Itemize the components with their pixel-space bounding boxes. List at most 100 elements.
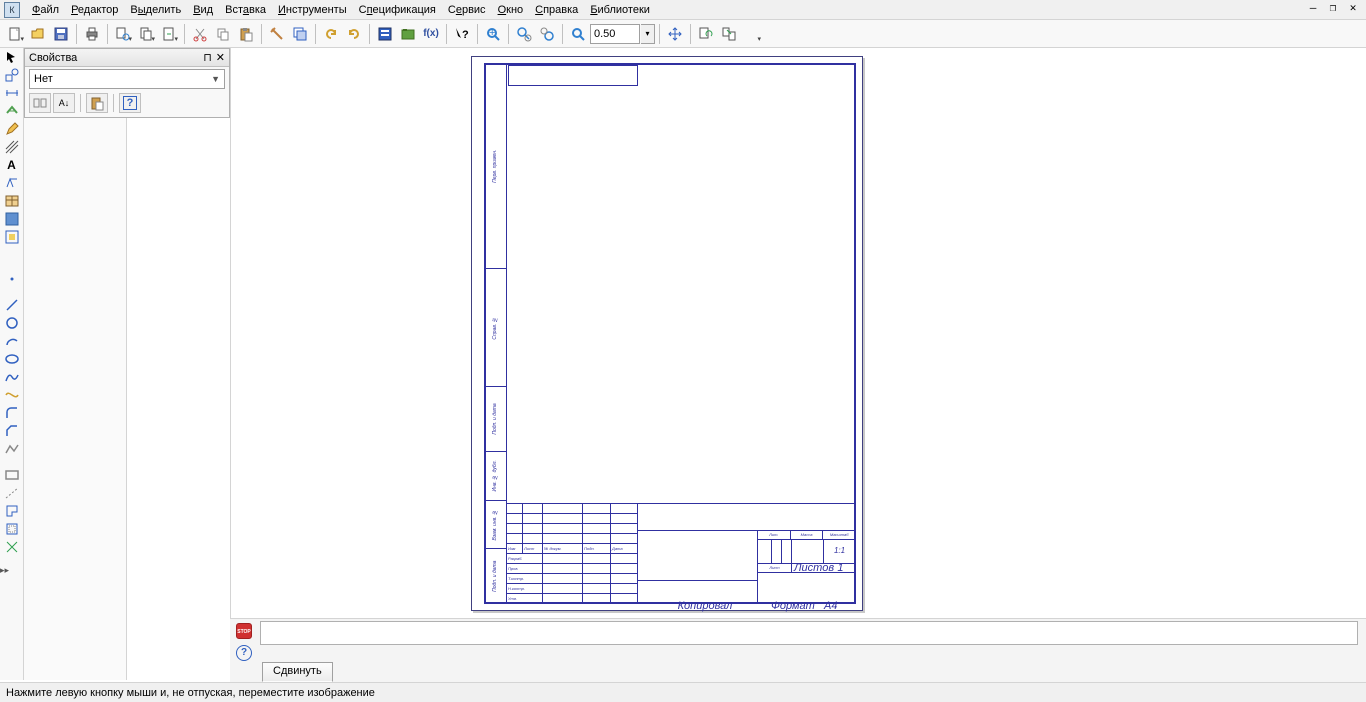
zoom-in-button[interactable] (513, 23, 535, 45)
zoom-dropdown[interactable]: ▾ (641, 24, 655, 44)
redo-button[interactable] (343, 23, 365, 45)
command-tab[interactable]: Сдвинуть (262, 662, 333, 682)
status-bar: Нажмите левую кнопку мыши и, не отпуская… (0, 682, 1366, 702)
contour-tool[interactable] (1, 502, 23, 520)
expand-toolbar-button[interactable]: ▸▸ (0, 565, 9, 575)
menu-libs[interactable]: Библиотеки (584, 2, 656, 18)
left-toolbar: A ▸▸ (0, 48, 24, 680)
sheet-footer: Копировал Формат А4 (486, 602, 854, 612)
zoom-fit-button[interactable] (567, 23, 589, 45)
print-button[interactable] (81, 23, 103, 45)
spline-tool[interactable] (1, 368, 23, 386)
tb-name (637, 531, 757, 581)
menu-spec[interactable]: Спецификация (353, 2, 442, 18)
app-icon: К (4, 2, 20, 18)
menu-window[interactable]: Окно (492, 2, 530, 18)
select-tool[interactable] (1, 48, 23, 66)
properties-combo[interactable]: Нет ▼ (29, 69, 225, 89)
fillet-tool[interactable] (1, 404, 23, 422)
manager-button[interactable] (374, 23, 396, 45)
menu-view[interactable]: Вид (187, 2, 219, 18)
menu-file[interactable]: Файл (26, 2, 65, 18)
menu-help[interactable]: Справка (529, 2, 584, 18)
properties-title: Свойства (29, 52, 77, 64)
help-button[interactable]: ? (234, 643, 254, 663)
library-button[interactable] (397, 23, 419, 45)
props-paste-button[interactable] (86, 93, 108, 113)
top-reference-box (508, 64, 638, 86)
rebuild-button[interactable] (718, 23, 740, 45)
menu-tools[interactable]: Инструменты (272, 2, 353, 18)
circle-tool[interactable] (1, 314, 23, 332)
svg-text:+: + (489, 27, 495, 39)
base-tool[interactable] (1, 210, 23, 228)
context-help-button[interactable]: ? (451, 23, 473, 45)
restore-button[interactable]: ❐ (1324, 2, 1342, 16)
toolbar-more-button[interactable] (741, 23, 763, 45)
aux-line-tool[interactable] (1, 484, 23, 502)
gather-tool[interactable] (1, 538, 23, 556)
text-tool[interactable]: A (1, 156, 23, 174)
menu-service[interactable]: Сервис (442, 2, 492, 18)
page-setup-button[interactable] (135, 23, 157, 45)
title-block: Изм Лист № докум. Подп. Дата Разраб. Про… (507, 503, 855, 603)
new-button[interactable] (4, 23, 26, 45)
properties-button[interactable] (266, 23, 288, 45)
sheet-border: Перв. примен. Справ. № Подп. и дата Инв.… (471, 56, 863, 611)
props-help-button[interactable]: ? (119, 93, 141, 113)
pan-button[interactable] (664, 23, 686, 45)
panel-close-icon[interactable]: ✕ (216, 51, 225, 64)
props-auto-button[interactable] (29, 93, 51, 113)
open-button[interactable] (27, 23, 49, 45)
paste-button[interactable] (235, 23, 257, 45)
command-input[interactable] (260, 621, 1358, 645)
bezier-tool[interactable] (1, 386, 23, 404)
menu-editor[interactable]: Редактор (65, 2, 124, 18)
menu-insert[interactable]: Вставка (219, 2, 272, 18)
drawing-canvas[interactable]: Перв. примен. Справ. № Подп. и дата Инв.… (230, 48, 1366, 618)
close-button[interactable]: ✕ (1344, 2, 1362, 16)
minimize-button[interactable]: – (1304, 2, 1322, 16)
window-controls: – ❐ ✕ (1304, 2, 1362, 16)
zoom-out-button[interactable] (536, 23, 558, 45)
zoom-input[interactable]: 0.50 (590, 24, 640, 44)
undo-button[interactable] (320, 23, 342, 45)
geometry-tool[interactable] (1, 66, 23, 84)
annotation-tool[interactable] (1, 102, 23, 120)
line-tool[interactable] (1, 296, 23, 314)
ellipse-tool[interactable] (1, 350, 23, 368)
roughness-tool[interactable] (1, 174, 23, 192)
chamfer-tool[interactable] (1, 422, 23, 440)
cut-button[interactable] (189, 23, 211, 45)
zoom-window-button[interactable]: + (482, 23, 504, 45)
table-tool[interactable] (1, 192, 23, 210)
sheet-frame: Перв. примен. Справ. № Подп. и дата Инв.… (484, 63, 856, 604)
polyline-tool[interactable] (1, 440, 23, 458)
preview-button[interactable] (112, 23, 134, 45)
arc-tool[interactable] (1, 332, 23, 350)
rect-tool[interactable] (1, 466, 23, 484)
equidistant-tool[interactable] (1, 520, 23, 538)
properties-title-bar: Свойства ⊓ ✕ (25, 49, 229, 67)
refresh-button[interactable] (695, 23, 717, 45)
point-tool[interactable] (1, 270, 23, 288)
doc-export-button[interactable] (158, 23, 180, 45)
variables-button[interactable]: f(x) (420, 23, 442, 45)
props-sort-button[interactable]: A↓ (53, 93, 75, 113)
status-text: Нажмите левую кнопку мыши и, не отпуская… (6, 687, 375, 699)
hatch-tool[interactable] (1, 138, 23, 156)
save-button[interactable] (50, 23, 72, 45)
command-panel: STOP ? Сдвинуть (230, 618, 1366, 682)
chevron-down-icon: ▼ (211, 74, 220, 84)
view-tool[interactable] (1, 228, 23, 246)
menu-select[interactable]: Выделить (124, 2, 187, 18)
binding-margin: Перв. примен. Справ. № Подп. и дата Инв.… (485, 64, 507, 603)
scale-value: 1:1 (824, 540, 855, 563)
copy-button[interactable] (212, 23, 234, 45)
dimension-tool[interactable] (1, 84, 23, 102)
stop-button[interactable]: STOP (234, 621, 254, 641)
svg-text:?: ? (462, 29, 469, 41)
layers-button[interactable] (289, 23, 311, 45)
panel-pin-icon[interactable]: ⊓ (203, 51, 212, 64)
edit-tool[interactable] (1, 120, 23, 138)
